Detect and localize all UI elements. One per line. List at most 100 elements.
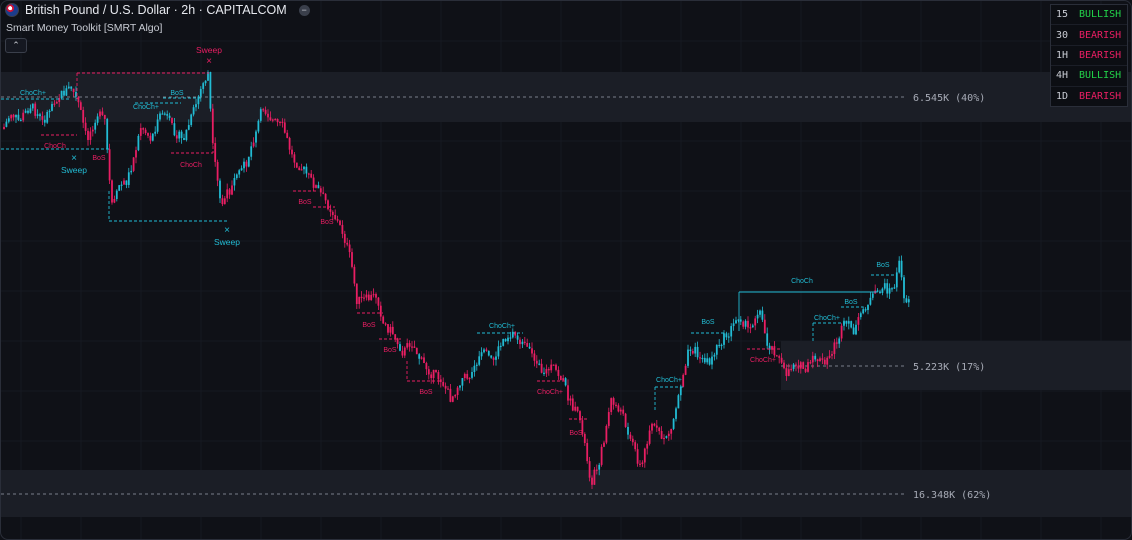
candle-body[interactable] <box>283 122 286 133</box>
candle-body[interactable] <box>456 387 459 396</box>
candle-body[interactable] <box>898 260 901 273</box>
candle-body[interactable] <box>535 360 538 364</box>
candle-body[interactable] <box>480 352 483 357</box>
candle-body[interactable] <box>185 129 188 141</box>
candle-body[interactable] <box>298 167 301 171</box>
candle-body[interactable] <box>257 120 260 132</box>
candle-body[interactable] <box>334 214 337 220</box>
candle-body[interactable] <box>857 317 860 325</box>
candle-body[interactable] <box>173 123 176 136</box>
candle-body[interactable] <box>447 388 449 390</box>
candle-body[interactable] <box>658 427 661 432</box>
candle-body[interactable] <box>744 320 747 327</box>
candle-body[interactable] <box>531 348 533 354</box>
candle-body[interactable] <box>701 357 704 360</box>
candle-body[interactable] <box>648 430 651 444</box>
candle-body[interactable] <box>725 333 728 338</box>
candle-body[interactable] <box>147 133 149 136</box>
candle-body[interactable] <box>795 364 797 366</box>
candle-body[interactable] <box>867 304 869 310</box>
candle-body[interactable] <box>862 309 865 314</box>
candle-body[interactable] <box>389 326 392 333</box>
candle-body[interactable] <box>603 442 605 447</box>
candle-body[interactable] <box>605 425 608 443</box>
candle-body[interactable] <box>869 297 872 305</box>
candle-body[interactable] <box>195 104 197 108</box>
candle-body[interactable] <box>387 324 389 333</box>
candle-body[interactable] <box>17 114 20 120</box>
candle-body[interactable] <box>463 373 466 379</box>
candle-body[interactable] <box>749 327 752 329</box>
candle-body[interactable] <box>403 347 406 356</box>
indicator-name[interactable]: Smart Money Toolkit [SMRT Algo] <box>6 22 162 34</box>
candle-body[interactable] <box>646 443 649 449</box>
candle-body[interactable] <box>339 220 341 225</box>
candle-body[interactable] <box>715 344 718 355</box>
candle-body[interactable] <box>780 357 783 363</box>
candle-body[interactable] <box>267 113 269 118</box>
price-chart[interactable]: 6.545K (40%) 5.223K (17%) 16.348K (62%) Cho… <box>1 1 1132 540</box>
candle-body[interactable] <box>406 343 409 348</box>
candle-body[interactable] <box>435 369 437 373</box>
candle-body[interactable] <box>538 363 541 365</box>
candle-body[interactable] <box>55 101 58 104</box>
candle-body[interactable] <box>682 374 685 387</box>
candle-body[interactable] <box>178 131 181 139</box>
candle-body[interactable] <box>329 209 332 212</box>
candle-body[interactable] <box>106 118 109 150</box>
candle-body[interactable] <box>730 326 733 337</box>
candle-body[interactable] <box>137 135 140 151</box>
candle-body[interactable] <box>778 356 781 358</box>
candle-body[interactable] <box>660 431 663 439</box>
candle-body[interactable] <box>903 277 905 299</box>
candle-body[interactable] <box>187 125 190 130</box>
candle-body[interactable] <box>540 363 543 373</box>
candle-body[interactable] <box>718 344 721 347</box>
candle-body[interactable] <box>154 131 157 134</box>
candle-body[interactable] <box>459 385 461 388</box>
candle-body[interactable] <box>533 353 536 361</box>
candle-body[interactable] <box>871 293 874 298</box>
candle-body[interactable] <box>850 321 853 328</box>
candle-body[interactable] <box>327 200 329 210</box>
candle-body[interactable] <box>269 117 272 121</box>
candle-body[interactable] <box>120 184 123 186</box>
candle-body[interactable] <box>123 180 125 185</box>
candle-body[interactable] <box>427 369 430 375</box>
candle-body[interactable] <box>12 114 15 118</box>
candle-body[interactable] <box>828 355 831 358</box>
candle-body[interactable] <box>363 297 365 299</box>
candle-body[interactable] <box>82 109 85 123</box>
candle-body[interactable] <box>879 291 881 293</box>
candle-body[interactable] <box>96 116 99 123</box>
candle-body[interactable] <box>629 434 632 439</box>
candle-body[interactable] <box>281 121 284 124</box>
candle-body[interactable] <box>142 128 145 130</box>
candle-body[interactable] <box>255 131 257 143</box>
candle-body[interactable] <box>490 355 493 358</box>
candle-body[interactable] <box>360 296 363 299</box>
candle-body[interactable] <box>598 464 601 470</box>
candle-body[interactable] <box>161 113 164 115</box>
candle-body[interactable] <box>694 346 697 354</box>
candle-body[interactable] <box>51 104 53 111</box>
candle-body[interactable] <box>847 321 850 324</box>
minus-icon[interactable]: − <box>298 4 310 16</box>
candle-body[interactable] <box>202 83 205 89</box>
candle-body[interactable] <box>787 369 790 376</box>
candle-body[interactable] <box>833 342 836 355</box>
candle-body[interactable] <box>586 443 589 462</box>
candle-body[interactable] <box>622 409 625 414</box>
candle-body[interactable] <box>574 406 577 411</box>
candle-body[interactable] <box>135 150 137 158</box>
candle-body[interactable] <box>864 309 867 311</box>
candle-body[interactable] <box>125 180 128 185</box>
candle-body[interactable] <box>557 369 560 376</box>
candle-body[interactable] <box>355 283 358 304</box>
candle-body[interactable] <box>413 346 416 348</box>
candle-body[interactable] <box>845 320 848 324</box>
candle-body[interactable] <box>310 173 313 178</box>
candle-body[interactable] <box>343 233 346 243</box>
candle-body[interactable] <box>293 154 296 163</box>
candle-body[interactable] <box>425 363 428 370</box>
